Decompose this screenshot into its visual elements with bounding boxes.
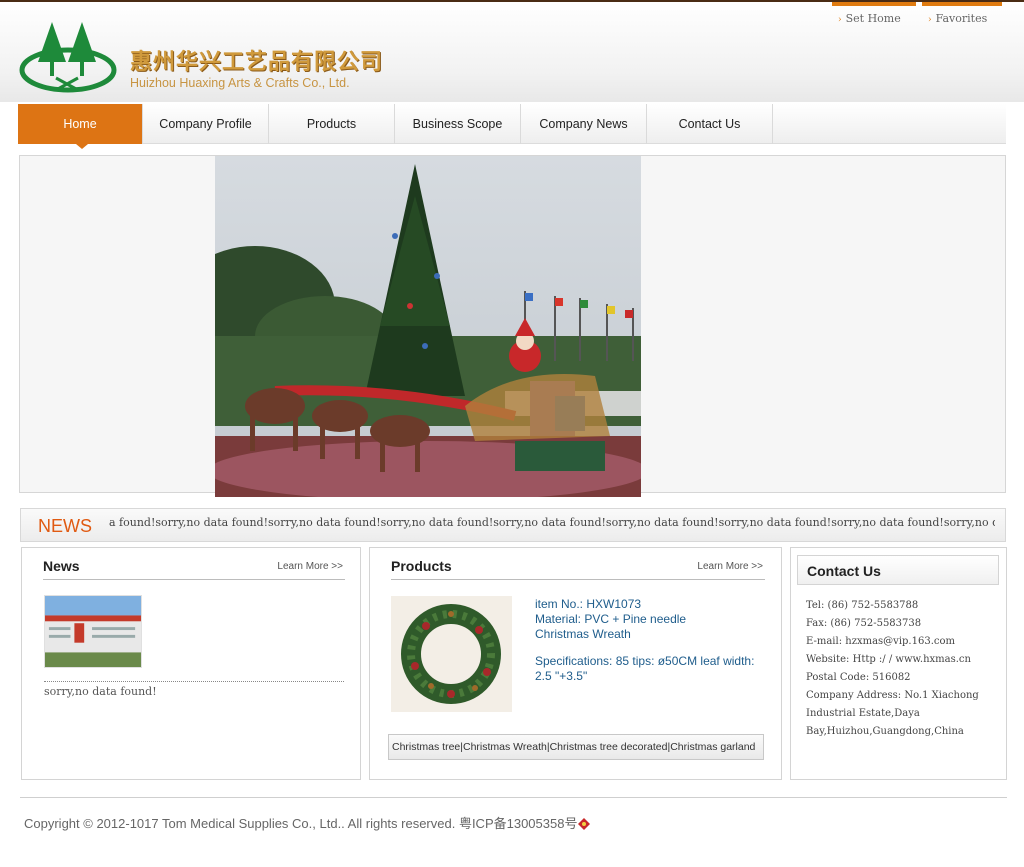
nav-home[interactable]: Home — [18, 104, 143, 149]
news-panel: News Learn More >> sorry,no data found! — [21, 547, 361, 780]
nav-company-profile[interactable]: Company Profile — [143, 104, 269, 144]
news-panel-title: News — [43, 558, 80, 574]
contact-email: E-mail: hzxmas@vip.163.com — [806, 636, 955, 647]
news-learn-more-link[interactable]: Learn More >> — [277, 561, 343, 572]
nav-business-scope[interactable]: Business Scope — [395, 104, 521, 144]
products-panel: Products Learn More >> item No.: HXW1073… — [369, 547, 782, 780]
top-links: › Set Home › Favorites — [832, 2, 1002, 26]
product-category-links: Christmas tree|Christmas Wreath|Christma… — [388, 734, 764, 760]
product-item-no[interactable]: item No.: HXW1073 — [535, 597, 771, 612]
product-name: Christmas Wreath — [535, 627, 631, 641]
factory-building-image[interactable] — [44, 595, 142, 668]
link-christmas-tree-decorated[interactable]: Christmas tree decorated — [550, 741, 668, 753]
favorites-link[interactable]: › Favorites — [922, 2, 1002, 26]
footer: Copyright © 2012-1017 Tom Medical Suppli… — [24, 813, 591, 832]
contact-website: Website: Http :/ / www.hxmas.cn — [806, 654, 971, 665]
set-home-link[interactable]: › Set Home — [832, 2, 916, 26]
contact-address-line-2: Industrial Estate,Daya — [806, 708, 920, 719]
police-badge-icon[interactable] — [578, 818, 591, 830]
contact-panel: Contact Us Tel: (86) 752-5583788 Fax: (8… — [790, 547, 1007, 780]
contact-address-line-1: Company Address: No.1 Xiachong — [806, 690, 979, 701]
link-christmas-tree[interactable]: Christmas tree — [392, 741, 460, 753]
company-logo-icon[interactable] — [18, 18, 120, 96]
news-ticker-text[interactable]: a found!sorry,no data found!sorry,no dat… — [109, 516, 995, 529]
products-panel-header: Products Learn More >> — [391, 556, 765, 580]
footer-copyright: Copyright © 2012-1017 Tom Medical Suppli… — [24, 816, 578, 831]
contact-tel: Tel: (86) 752-5583788 — [806, 600, 919, 611]
contact-fax: Fax: (86) 752-5583738 — [806, 618, 922, 629]
contact-postal-code: Postal Code: 516082 — [806, 672, 911, 683]
product-material: Material: PVC + Pine needle — [535, 612, 687, 626]
news-ticker-bar: NEWS a found!sorry,no data found!sorry,n… — [20, 508, 1006, 542]
set-home-label: Set Home — [845, 12, 901, 25]
news-panel-header: News Learn More >> — [43, 556, 345, 580]
contact-address-line-3: Bay,Huizhou,Guangdong,China — [806, 726, 964, 737]
news-divider — [44, 681, 344, 682]
brand-name-en: Huizhou Huaxing Arts & Crafts Co., Ltd. — [130, 76, 350, 90]
header: › Set Home › Favorites 惠州华兴工艺品有限公司 Huizhou… — [0, 2, 1024, 102]
nav-company-news[interactable]: Company News — [521, 104, 647, 144]
products-learn-more-link[interactable]: Learn More >> — [697, 561, 763, 572]
contact-panel-title: Contact Us — [807, 563, 881, 579]
favorites-label: Favorites — [935, 12, 988, 25]
link-christmas-garland[interactable]: Christmas garland — [670, 741, 755, 753]
arrow-right-icon: › — [928, 15, 932, 25]
link-christmas-wreath[interactable]: Christmas Wreath — [463, 741, 547, 753]
products-panel-title: Products — [391, 558, 452, 574]
news-empty-message: sorry,no data found! — [44, 685, 157, 698]
contact-panel-header: Contact Us — [797, 555, 999, 585]
footer-divider — [20, 797, 1007, 798]
hero-banner — [19, 155, 1006, 497]
news-ticker-title: NEWS — [38, 516, 92, 536]
nav-contact-us[interactable]: Contact Us — [647, 104, 773, 144]
christmas-wreath-image[interactable] — [391, 596, 512, 712]
nav-products[interactable]: Products — [269, 104, 395, 144]
contact-details: Tel: (86) 752-5583788 Fax: (86) 752-5583… — [806, 597, 1002, 741]
main-nav: Home Company Profile Products Business S… — [18, 104, 1006, 149]
christmas-scene-image — [215, 156, 641, 497]
brand-name-cn: 惠州华兴工艺品有限公司 — [130, 50, 384, 75]
product-specs: Specifications: 85 tips: ø50CM leaf widt… — [535, 654, 755, 683]
product-details: item No.: HXW1073 Material: PVC + Pine n… — [535, 597, 771, 684]
arrow-right-icon: › — [838, 15, 842, 25]
